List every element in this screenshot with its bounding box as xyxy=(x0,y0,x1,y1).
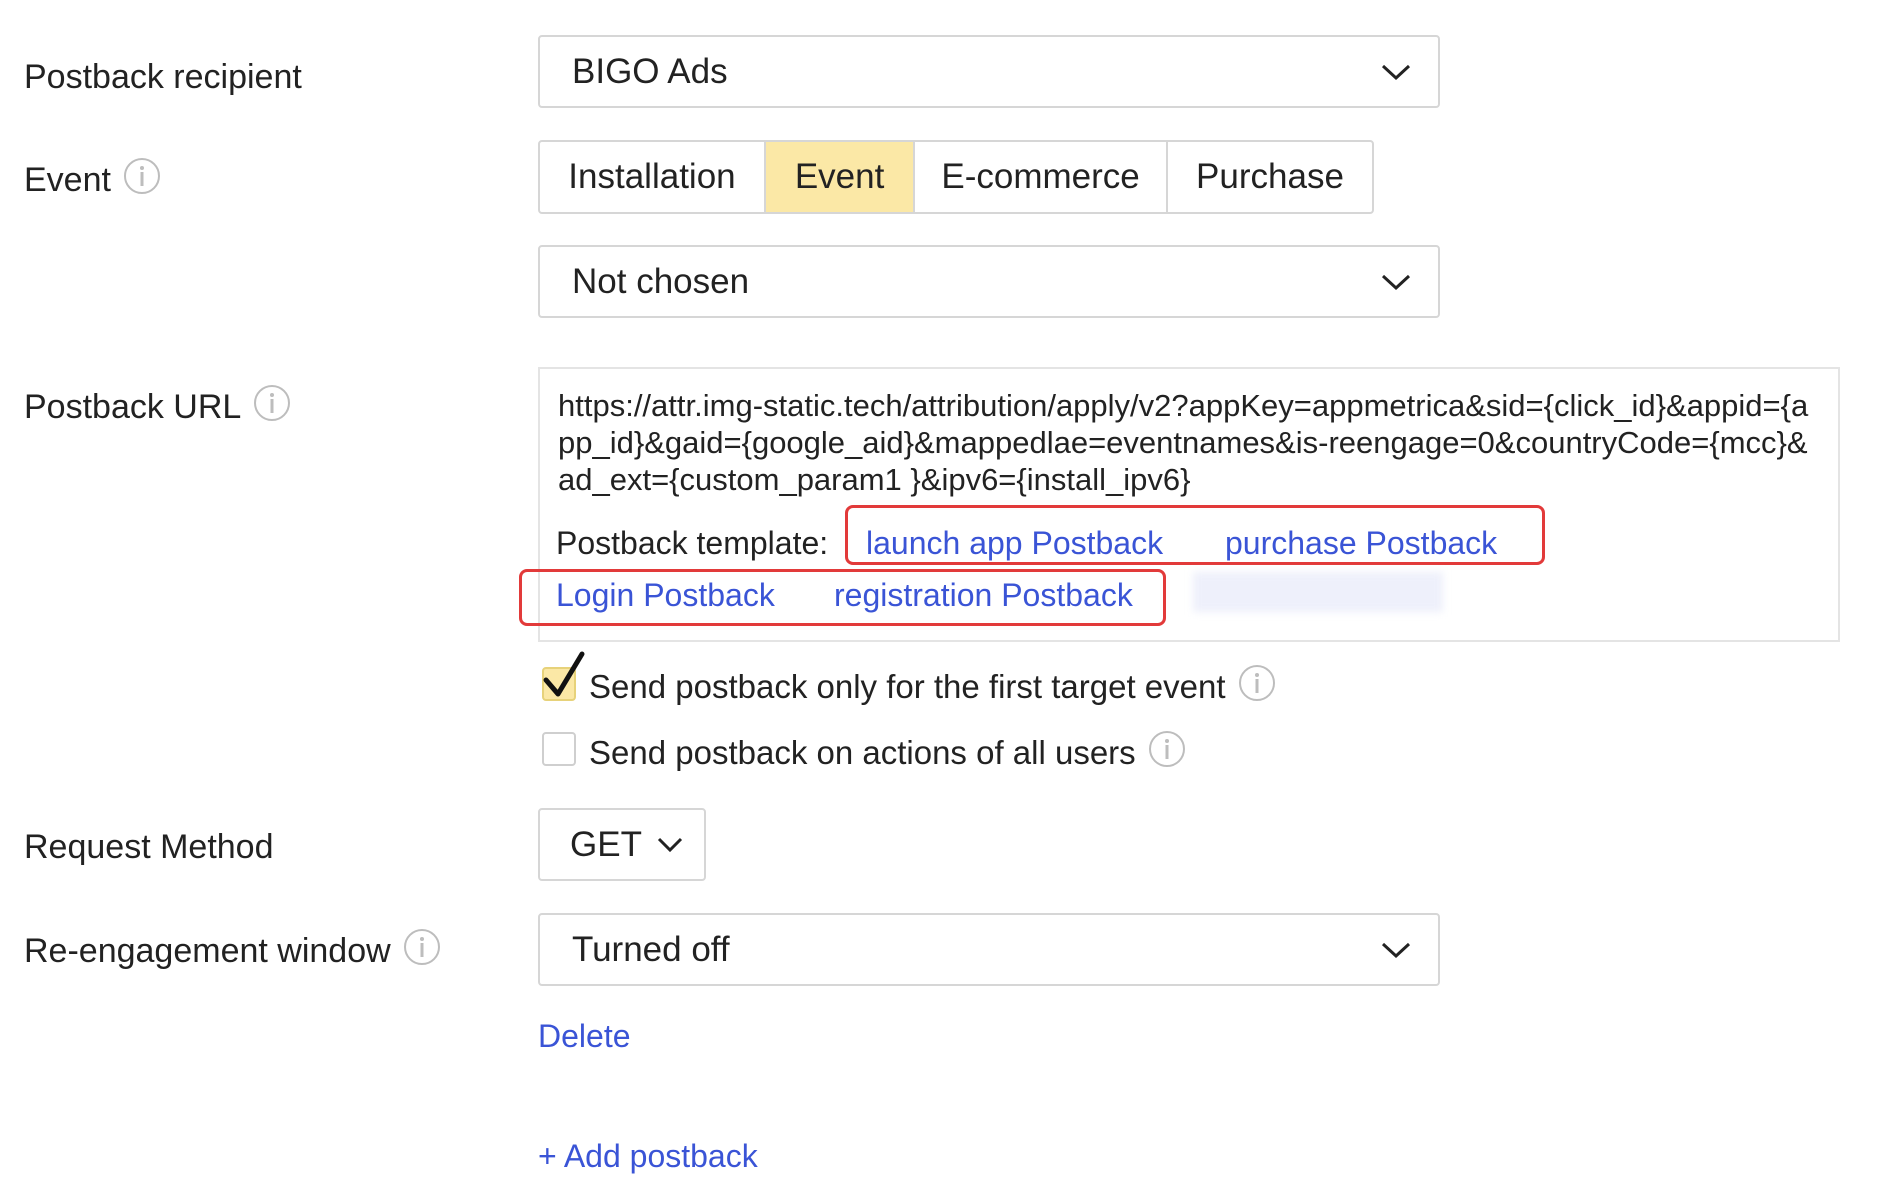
event-label-text: Event xyxy=(24,160,111,199)
request-method-label: Request Method xyxy=(24,825,274,869)
chevron-down-icon xyxy=(1381,942,1411,958)
tab-event[interactable]: Event xyxy=(765,142,916,212)
first-target-event-label-text: Send postback only for the first target … xyxy=(589,668,1226,705)
postback-recipient-label-text: Postback recipient xyxy=(24,57,302,96)
checkmark-icon xyxy=(543,651,585,697)
all-users-checkbox[interactable] xyxy=(542,732,576,766)
tab-ecommerce[interactable]: E-commerce xyxy=(915,142,1168,212)
info-icon[interactable] xyxy=(123,157,161,204)
reengagement-window-label-text: Re-engagement window xyxy=(24,931,391,970)
tab-purchase[interactable]: Purchase xyxy=(1168,142,1372,212)
postback-template-label: Postback template: xyxy=(556,525,829,561)
postback-recipient-value: BIGO Ads xyxy=(572,51,728,91)
add-postback-link[interactable]: + Add postback xyxy=(538,1138,758,1175)
request-method-select[interactable]: GET xyxy=(538,808,706,881)
event-type-tabs: Installation Event E-commerce Purchase xyxy=(538,140,1374,214)
template-link-purchase[interactable]: purchase Postback xyxy=(1225,525,1497,562)
template-link-registration[interactable]: registration Postback xyxy=(834,577,1133,614)
first-target-event-label: Send postback only for the first target … xyxy=(589,665,1276,709)
postback-recipient-label: Postback recipient xyxy=(24,55,302,99)
reengagement-window-value: Turned off xyxy=(572,929,730,969)
event-select-value: Not chosen xyxy=(572,261,750,301)
reengagement-window-select[interactable]: Turned off xyxy=(538,913,1440,986)
event-select[interactable]: Not chosen xyxy=(538,245,1440,318)
chevron-down-icon xyxy=(657,837,683,852)
info-icon[interactable] xyxy=(1238,664,1276,710)
redacted-area xyxy=(1193,572,1443,612)
all-users-label-text: Send postback on actions of all users xyxy=(589,734,1136,771)
chevron-down-icon xyxy=(1381,64,1411,80)
postback-url-value: https://attr.img-static.tech/attribution… xyxy=(558,388,1809,497)
info-icon[interactable] xyxy=(253,384,291,431)
request-method-label-text: Request Method xyxy=(24,827,274,866)
postback-recipient-select[interactable]: BIGO Ads xyxy=(538,35,1440,108)
template-link-login[interactable]: Login Postback xyxy=(556,577,775,614)
template-link-launch-app[interactable]: launch app Postback xyxy=(866,525,1163,562)
delete-link[interactable]: Delete xyxy=(538,1018,631,1055)
reengagement-window-label: Re-engagement window xyxy=(24,928,441,975)
info-icon[interactable] xyxy=(403,928,441,975)
request-method-value: GET xyxy=(570,824,642,864)
chevron-down-icon xyxy=(1381,274,1411,290)
tab-installation[interactable]: Installation xyxy=(540,142,766,212)
postback-url-label-text: Postback URL xyxy=(24,387,242,426)
info-icon[interactable] xyxy=(1148,730,1186,776)
all-users-label: Send postback on actions of all users xyxy=(589,731,1186,775)
postback-url-label: Postback URL xyxy=(24,384,291,431)
event-label: Event xyxy=(24,157,161,204)
